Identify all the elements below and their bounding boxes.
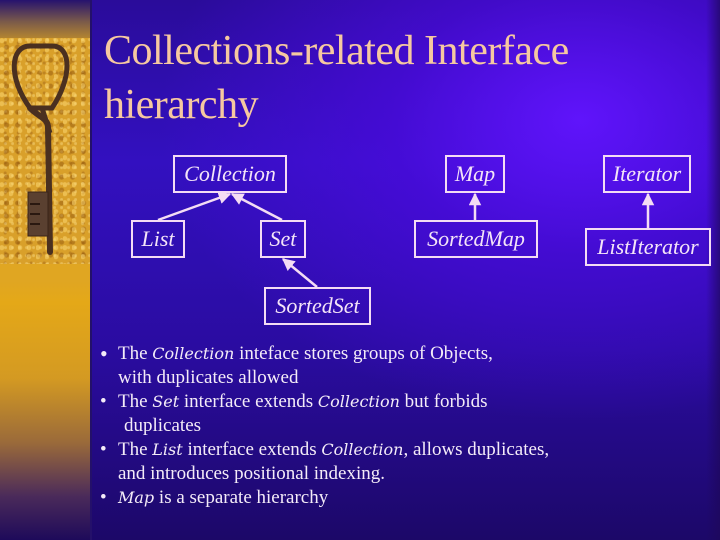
node-listiterator: ListIterator [585,228,711,266]
emphasized-term: Collection [152,344,235,363]
slide-title: Collections-related Interface hierarchy [104,28,569,128]
text-run: The [118,391,153,412]
bullet-item: • Map is a separate hierarchy [100,486,600,510]
bullet-continuation: duplicates [124,415,202,436]
bullet-item: • The List interface extends Collection, … [100,438,600,486]
emphasized-term: List [152,440,183,459]
node-set: Set [260,220,306,258]
text-run: The [118,439,153,460]
bullet-dot-icon: • [100,487,107,508]
emphasized-term: Map [118,488,155,507]
text-run: inteface stores groups of Objects, [234,343,493,364]
bullet-text: The List interface extends Collection, a… [118,438,600,462]
text-run: , allows duplicates, [403,439,550,460]
bullet-text: The Collection inteface stores groups of… [118,342,600,366]
left-decorative-strip [0,0,90,540]
bullet-item: • The Collection inteface stores groups o… [100,342,600,390]
bullet-dot-icon: • [100,391,107,412]
node-map: Map [445,155,505,193]
text-run: interface extends [179,391,318,412]
bullet-text: Map is a separate hierarchy [118,486,600,510]
text-run: interface extends [182,439,322,460]
node-sortedset: SortedSet [264,287,371,325]
emphasized-term: Set [152,392,180,411]
text-run: The [118,343,153,364]
bullet-continuation: with duplicates allowed [118,367,299,388]
bullet-text: The Set interface extends Collection but… [118,390,600,414]
emphasized-term: Collection [317,392,400,411]
key-icon [11,43,70,255]
text-run: but forbids [399,391,488,412]
bullet-continuation: and introduces positional indexing. [118,463,386,484]
node-collection: Collection [173,155,287,193]
bullet-dot-icon: • [100,439,107,460]
bullet-dot-icon: • [100,341,108,366]
node-iterator: Iterator [603,155,691,193]
bullet-list: • The Collection inteface stores groups o… [100,342,600,510]
node-list: List [131,220,185,258]
strip-divider [90,0,92,540]
text-run: is a separate hierarchy [154,487,329,508]
bullet-item: • The Set interface extends Collection bu… [100,390,600,438]
emphasized-term: Collection [321,440,404,459]
node-sortedmap: SortedMap [414,220,538,258]
